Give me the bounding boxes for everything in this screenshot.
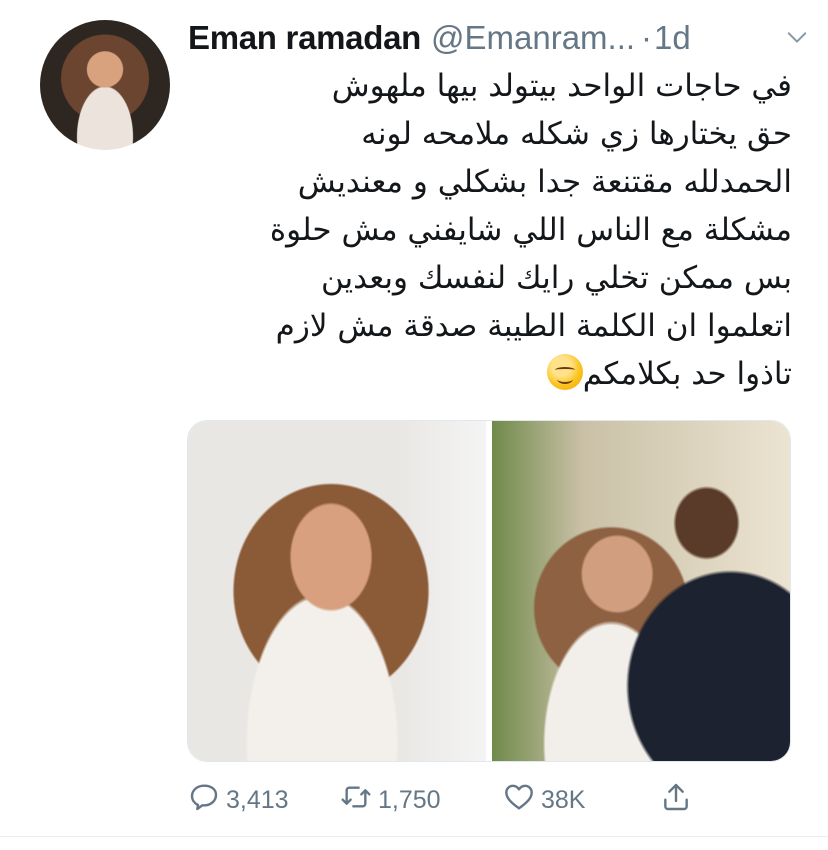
smiling-face-emoji xyxy=(546,354,583,390)
retweet-icon xyxy=(340,781,372,820)
tweet-actions: 3,413 1,750 38K xyxy=(188,780,708,820)
tweet-text-line: الحمدلله مقتنعة جدا بشكلي و معنديش xyxy=(297,164,792,200)
divider xyxy=(0,836,828,837)
share-icon xyxy=(660,781,692,820)
tweet-text-last-line: تاذوا حد بكلامكم xyxy=(188,350,792,398)
retweet-count: 1,750 xyxy=(378,785,441,814)
avatar[interactable] xyxy=(40,20,170,150)
like-count: 38K xyxy=(541,785,586,814)
separator-dot: · xyxy=(641,19,653,56)
tweet-header: Eman ramadan @Emanram... · 1d xyxy=(188,18,808,58)
reply-button[interactable]: 3,413 xyxy=(188,780,289,820)
reply-icon xyxy=(188,781,220,820)
tweet-text-line: في حاجات الواحد بيتولد بيها ملهوش xyxy=(331,68,792,104)
tweet-text-line: بس ممكن تخلي رايك لنفسك وبعدين xyxy=(320,260,792,296)
retweet-button[interactable]: 1,750 xyxy=(340,780,441,820)
media-grid xyxy=(187,420,791,762)
timestamp[interactable]: 1d xyxy=(654,19,691,57)
like-button[interactable]: 38K xyxy=(503,780,585,820)
reply-count: 3,413 xyxy=(226,785,289,814)
share-button[interactable] xyxy=(660,780,692,820)
chevron-down-icon[interactable] xyxy=(786,26,808,48)
tweet-text: في حاجات الواحد بيتولد بيها ملهوش حق يخت… xyxy=(188,62,792,398)
user-handle[interactable]: @Emanram... xyxy=(431,19,635,57)
tweet-text-line: مشكلة مع الناس اللي شايفني مش حلوة xyxy=(269,212,792,248)
tweet-photo-2[interactable] xyxy=(492,421,790,761)
display-name[interactable]: Eman ramadan xyxy=(188,19,421,57)
heart-icon xyxy=(503,781,535,820)
tweet-text-line: حق يختارها زي شكله ملامحه لونه xyxy=(361,116,792,152)
tweet-text-line: تاذوا حد بكلامكم xyxy=(582,356,792,392)
tweet-photo-1[interactable] xyxy=(188,421,486,761)
tweet-text-line: اتعلموا ان الكلمة الطيبة صدقة مش لازم xyxy=(275,308,792,344)
